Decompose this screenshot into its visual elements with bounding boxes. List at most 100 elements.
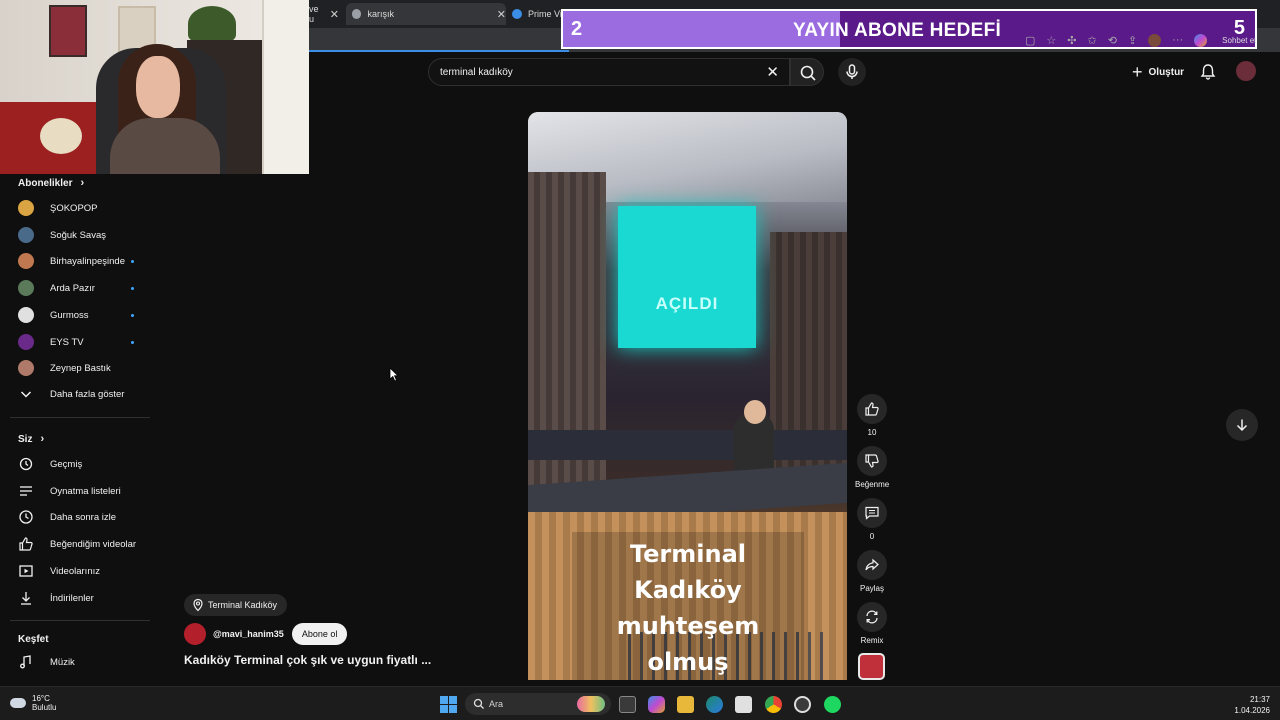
split-screen-icon[interactable]: ▢ xyxy=(1025,34,1035,47)
create-label: Oluştur xyxy=(1148,66,1185,78)
like-action[interactable]: 10 xyxy=(855,394,889,437)
sidebar-explore-item[interactable]: Müzik xyxy=(0,649,156,675)
remix-action[interactable]: Remix xyxy=(855,602,889,645)
sidebar-item-label: İndirilenler xyxy=(50,592,94,604)
sidebar-subscription-item[interactable]: Arda Pazır xyxy=(0,275,156,301)
history-icon xyxy=(18,456,34,472)
subscription-name: Zeynep Bastık xyxy=(50,363,111,375)
you-heading-label: Siz xyxy=(18,433,33,445)
close-tab-icon[interactable]: ✕ xyxy=(497,8,506,21)
your-videos-icon xyxy=(18,563,34,579)
channel-avatar[interactable] xyxy=(184,623,206,645)
shorts-video-player[interactable]: AÇILDI Terminal Kadıköy muhteşem olmuş xyxy=(528,112,847,680)
sidebar-subscription-item[interactable]: EYS TV xyxy=(0,329,156,355)
task-view-icon[interactable] xyxy=(619,696,636,713)
create-button[interactable]: + Oluştur xyxy=(1124,60,1192,84)
new-content-dot xyxy=(131,260,134,264)
share-icon[interactable]: ⇪ xyxy=(1128,34,1137,47)
weather-widget[interactable]: 16°C Bulutlu xyxy=(10,694,56,712)
sidebar-subscription-item[interactable]: Soğuk Savaş xyxy=(0,222,156,248)
search-button[interactable] xyxy=(790,58,824,86)
sidebar-you-item[interactable]: Geçmiş xyxy=(0,451,156,477)
sidebar-subscription-item[interactable]: Zeynep Bastık xyxy=(0,355,156,381)
spotify-icon[interactable] xyxy=(824,696,841,713)
profile-icon[interactable] xyxy=(1148,33,1162,47)
show-more-button[interactable]: Daha fazla göster xyxy=(0,381,156,407)
comments-action[interactable]: 0 xyxy=(855,498,889,541)
explore-heading-label: Keşfet xyxy=(18,634,49,645)
settings-gear-icon[interactable] xyxy=(794,696,811,713)
tab-label: karışık xyxy=(367,9,394,19)
sidebar-you-item[interactable]: Beğendiğim videolar xyxy=(0,531,156,557)
dislike-button[interactable] xyxy=(857,446,887,476)
account-avatar[interactable] xyxy=(1236,61,1256,81)
favorite-star-icon[interactable]: ☆ xyxy=(1046,34,1056,47)
subscribe-button[interactable]: Abone ol xyxy=(291,623,348,645)
history-icon[interactable]: ⟲ xyxy=(1108,34,1117,47)
sidebar-you-item[interactable]: Daha sonra izle xyxy=(0,504,156,530)
sidebar-subscription-item[interactable]: Gurmoss xyxy=(0,302,156,328)
like-button[interactable] xyxy=(857,394,887,424)
sidebar-subscription-item[interactable]: Birhayalinpeşinde xyxy=(0,248,156,274)
sound-thumbnail[interactable] xyxy=(858,653,885,680)
copilot-app-icon[interactable] xyxy=(648,696,665,713)
next-video-button[interactable] xyxy=(1226,409,1258,441)
extensions-icon[interactable]: ✣ xyxy=(1067,34,1076,47)
taskbar-search[interactable]: Ara xyxy=(465,693,611,715)
you-heading[interactable]: Siz › xyxy=(18,433,44,445)
copilot-icon[interactable] xyxy=(1194,33,1208,47)
windows-start-icon[interactable] xyxy=(440,696,457,713)
sidebar-you-item[interactable]: Oynatma listeleri xyxy=(0,478,156,504)
video-caption-line: Terminal Kadıköy xyxy=(629,540,747,604)
channel-avatar xyxy=(18,253,34,270)
sidebar-you-item[interactable]: İndirilenler xyxy=(0,585,156,611)
clock-date: 1.04.2026 xyxy=(1234,706,1270,715)
search-bar[interactable]: terminal kadıköy ✕ xyxy=(428,58,790,86)
search-input[interactable]: terminal kadıköy xyxy=(440,67,513,78)
store-icon[interactable] xyxy=(735,696,752,713)
comments-button[interactable] xyxy=(857,498,887,528)
dislike-action[interactable]: Beğenme xyxy=(855,446,889,489)
plus-icon: + xyxy=(1132,62,1143,82)
voice-search-button[interactable] xyxy=(838,58,866,86)
clear-search-icon[interactable]: ✕ xyxy=(766,63,779,81)
show-more-label: Daha fazla göster xyxy=(50,389,125,400)
channel-avatar xyxy=(18,360,34,377)
file-explorer-icon[interactable] xyxy=(677,696,694,713)
watch-later-icon xyxy=(18,509,34,525)
browser-tab[interactable]: karışık ✕ xyxy=(346,3,506,25)
webcam-overlay xyxy=(0,0,309,174)
favorites-icon[interactable]: ✩ xyxy=(1088,34,1097,47)
channel-avatar xyxy=(18,200,34,216)
share-button[interactable] xyxy=(857,550,887,580)
subscription-name: Arda Pazır xyxy=(50,283,95,295)
location-chip[interactable]: Terminal Kadıköy xyxy=(184,594,288,616)
browser-tab[interactable]: ve u ✕ xyxy=(309,3,339,25)
close-tab-icon[interactable]: ✕ xyxy=(330,8,339,21)
subscriptions-heading[interactable]: Abonelikler › xyxy=(18,177,84,189)
notifications-button[interactable] xyxy=(1198,62,1218,82)
sidebar-you-item[interactable]: Videolarınız xyxy=(0,558,156,584)
chrome-icon[interactable] xyxy=(765,696,782,713)
remix-button[interactable] xyxy=(857,602,887,632)
share-action[interactable]: Paylaş xyxy=(855,550,889,593)
subscriptions-heading-label: Abonelikler xyxy=(18,177,73,189)
taskbar-search-label: Ara xyxy=(489,699,504,709)
cloud-icon xyxy=(10,698,26,708)
channel-name[interactable]: @mavi_hanim35 xyxy=(213,629,284,639)
system-clock[interactable]: 21:37 1.04.2026 xyxy=(1234,694,1270,716)
location-pin-icon xyxy=(193,598,203,612)
edge-browser-icon[interactable] xyxy=(706,696,723,713)
sidebar-subscription-item[interactable]: ŞOKOPOP xyxy=(0,195,156,221)
new-content-dot xyxy=(131,340,134,344)
copilot-chat-label[interactable]: Sohbet et xyxy=(1222,36,1256,45)
sidebar-item-label: Oynatma listeleri xyxy=(50,485,121,497)
comment-icon xyxy=(865,506,879,520)
video-title[interactable]: Kadıköy Terminal çok şık ve uygun fiyatl… xyxy=(184,653,431,667)
playlists-icon xyxy=(18,483,34,499)
channel-avatar xyxy=(18,280,34,297)
thumb-up-icon xyxy=(865,402,879,416)
bell-icon xyxy=(1200,64,1216,80)
more-icon[interactable]: ··· xyxy=(1172,34,1183,46)
screen-text: AÇILDI xyxy=(655,294,719,313)
